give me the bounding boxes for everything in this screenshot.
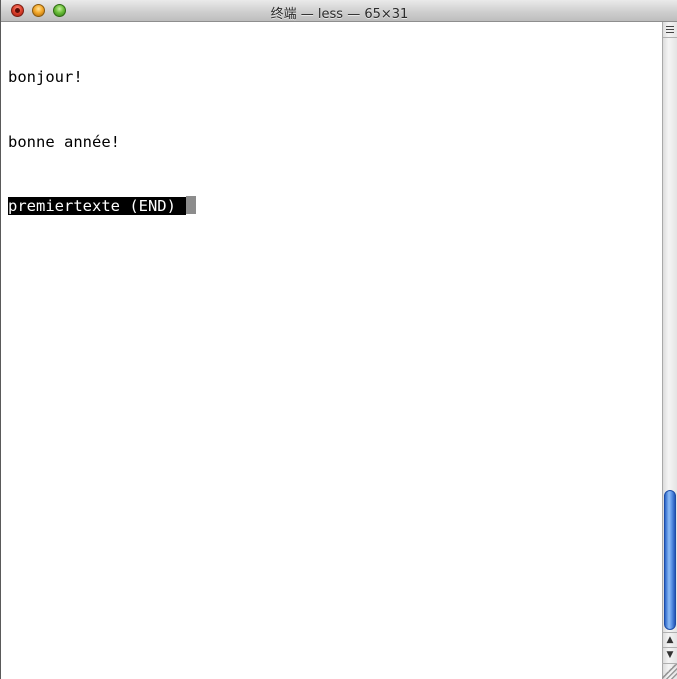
vertical-scrollbar[interactable]: ▲ ▼ [662,22,677,679]
text-cursor [185,196,196,214]
less-status-line: premiertexte (END) [8,196,659,218]
less-prompt: premiertexte (END) [8,197,186,215]
terminal-line: bonne année! [8,132,120,151]
resize-grip-icon[interactable] [662,663,677,679]
terminal-line: bonjour! [8,68,83,86]
window-title: 终端 — less — 65×31 [270,7,409,22]
split-pane-icon[interactable] [663,22,677,38]
arrow-up-icon[interactable]: ▲ [663,632,677,647]
arrow-down-icon[interactable]: ▼ [663,647,677,662]
scroll-thumb[interactable] [664,490,676,630]
terminal-window: 终端 — less — 65×31 bonjour! bonne année! … [0,0,677,679]
terminal-content[interactable]: bonjour! bonne année! premiertexte (END) [8,24,659,679]
title-bar[interactable]: 终端 — less — 65×31 [1,0,677,22]
